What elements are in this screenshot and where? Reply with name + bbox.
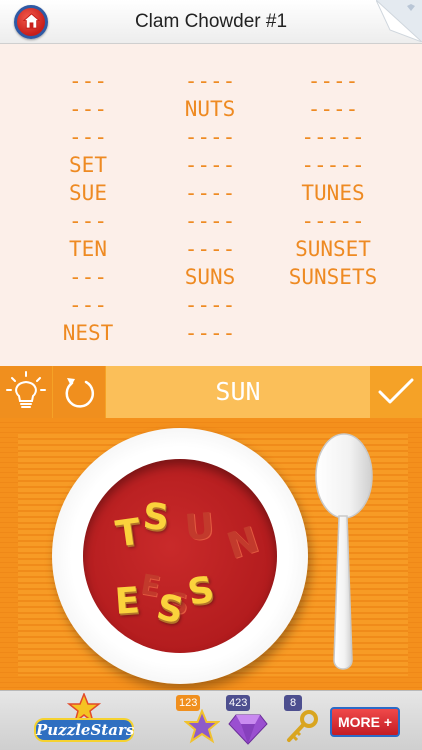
word-column-2: ---- NUTS ---- ---- ---- ---- ---- SUNS ---- ---- <box>140 67 280 347</box>
letter-soup: T S U N E S S E S <box>83 459 277 653</box>
word-slot: --- <box>69 265 107 289</box>
word-slot: ---- <box>184 153 236 177</box>
word-slot: ----- <box>301 209 365 233</box>
word-column-1: --- --- --- SET SUE --- TEN --- --- NEST <box>18 67 158 347</box>
word-slot: --- <box>69 97 107 121</box>
soup-letter[interactable]: N <box>222 519 263 567</box>
header-bar: Clam Chowder #1 <box>0 0 422 44</box>
word-slot: TEN <box>69 237 107 261</box>
word-slot: --- <box>69 293 107 317</box>
soup-letter[interactable]: T <box>113 511 143 555</box>
soup-letter[interactable]: S <box>185 569 218 614</box>
word-slot: --- <box>69 209 107 233</box>
soup-letter[interactable]: E <box>114 580 141 623</box>
more-button[interactable]: MORE + <box>330 707 400 737</box>
puzzlestars-logo[interactable]: PuzzleStars <box>34 693 134 747</box>
plus-icon: + <box>383 714 393 730</box>
gems-counter[interactable]: 423 <box>224 695 268 747</box>
page-curl-icon[interactable] <box>376 0 422 42</box>
soup-letter[interactable]: U <box>183 506 216 549</box>
reset-button[interactable] <box>53 366 105 418</box>
word-column-3: ---- ---- ----- ----- TUNES ----- SUNSET SUNSET… <box>263 67 403 291</box>
gem-icon <box>228 714 268 745</box>
word-slot: ---- <box>184 293 236 317</box>
current-word-display: SUN <box>106 366 370 418</box>
checkmark-icon <box>378 378 414 404</box>
refresh-icon <box>65 378 95 408</box>
star-icon <box>184 709 220 744</box>
word-list-panel: --- --- --- SET SUE --- TEN --- --- NEST ---- NUTS… <box>0 44 422 366</box>
hint-button[interactable] <box>0 366 52 418</box>
word-slot: ---- <box>184 237 236 261</box>
word-slot: ---- <box>307 97 359 121</box>
stars-counter[interactable]: 123 <box>174 695 220 747</box>
word-slot: SUE <box>69 181 107 205</box>
word-slot: NUTS <box>184 97 236 121</box>
word-slot: TUNES <box>301 181 365 205</box>
bottom-bar: PuzzleStars 123 423 8 MORE + <box>0 690 422 750</box>
word-slot: SUNSETS <box>288 265 378 289</box>
word-slot: SET <box>69 153 107 177</box>
submit-button[interactable] <box>370 366 422 418</box>
word-slot: ---- <box>184 125 236 149</box>
word-slot: ----- <box>301 153 365 177</box>
word-slot: ---- <box>184 209 236 233</box>
spoon-icon <box>315 433 373 670</box>
logo-text: PuzzleStars <box>34 718 134 742</box>
word-slot: ----- <box>301 125 365 149</box>
word-slot: ---- <box>184 321 236 345</box>
puzzle-title: Clam Chowder #1 <box>134 11 288 32</box>
word-slot: SUNSET <box>295 237 371 261</box>
keys-counter[interactable]: 8 <box>282 695 326 747</box>
lightbulb-icon <box>6 371 46 408</box>
word-slot: --- <box>69 69 107 93</box>
soup-letter[interactable]: S <box>141 496 170 539</box>
word-slot: NEST <box>62 321 114 345</box>
word-slot: SUNS <box>184 265 236 289</box>
controls-bar: SUN <box>0 366 422 418</box>
more-label: MORE <box>337 714 380 730</box>
word-slot: --- <box>69 125 107 149</box>
soup-bowl: T S U N E S S E S <box>52 428 308 684</box>
gems-count-badge: 423 <box>226 695 251 711</box>
key-icon <box>287 710 318 742</box>
word-slot: ---- <box>184 69 236 93</box>
word-slot: ---- <box>307 69 359 93</box>
word-slot: ---- <box>184 181 236 205</box>
